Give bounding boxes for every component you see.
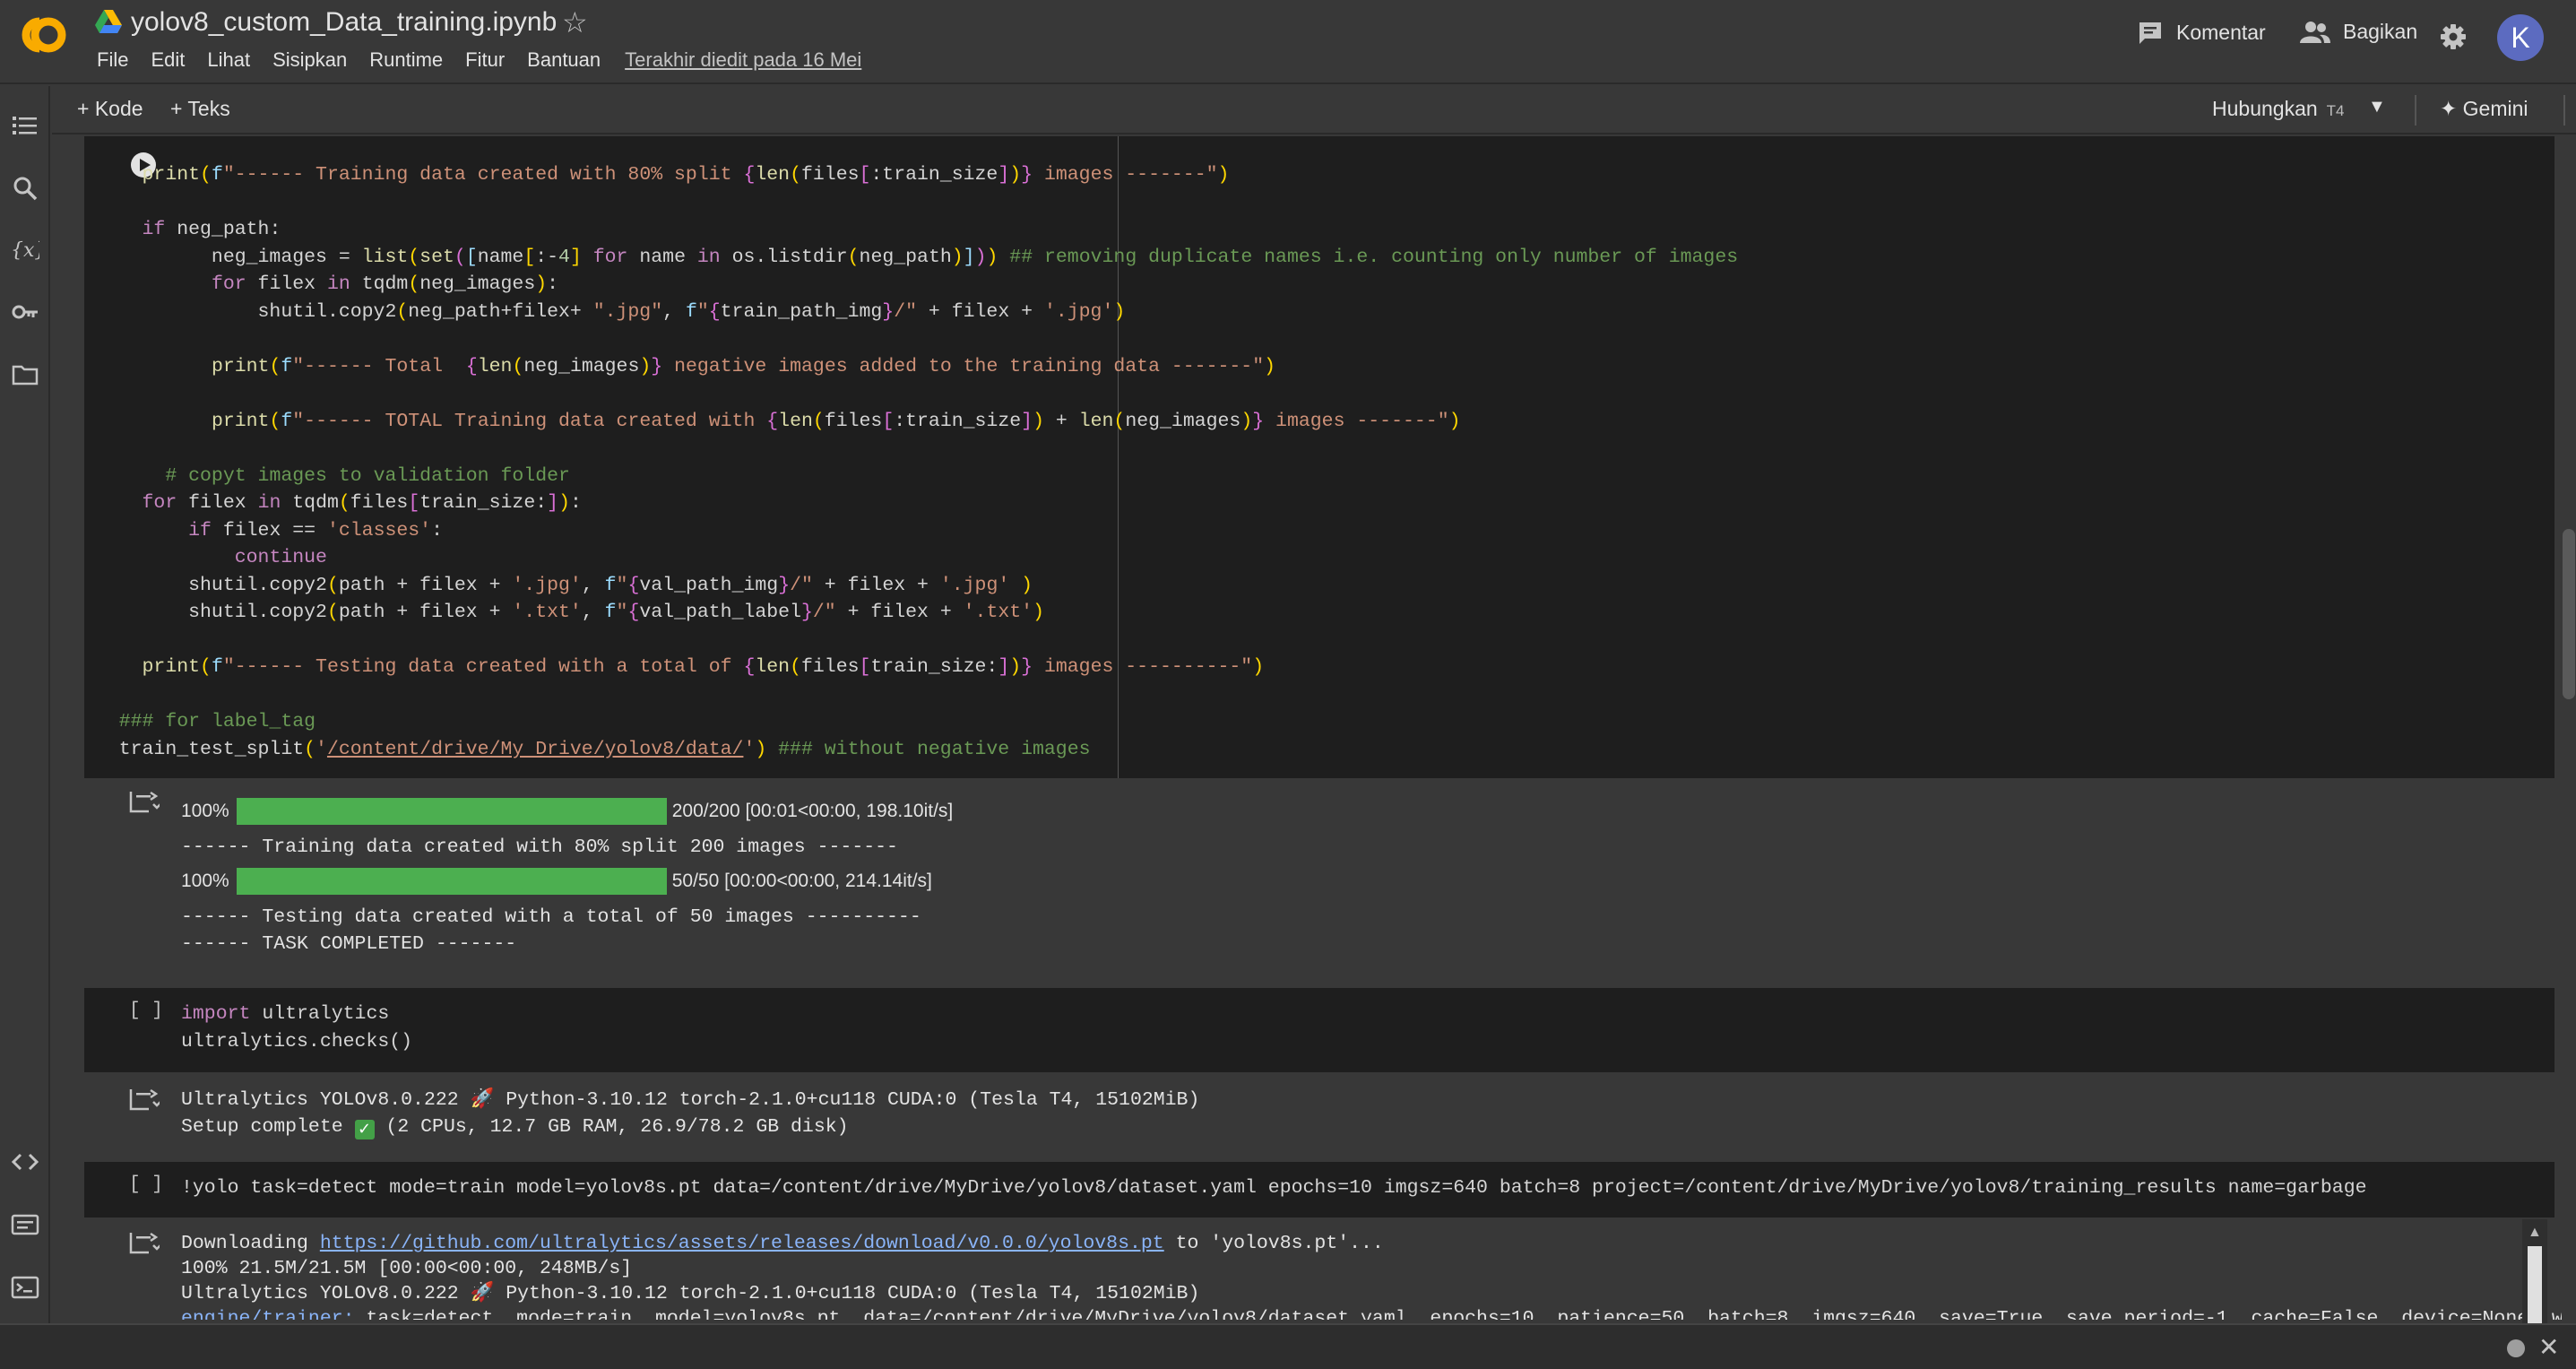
output-toggle-icon[interactable] — [129, 1230, 160, 1255]
comment-button[interactable]: Komentar — [2137, 20, 2266, 45]
drive-icon — [95, 10, 122, 33]
output-line: ------ TASK COMPLETED ------- — [181, 933, 517, 955]
code-editor[interactable]: !yolo task=detect mode=train model=yolov… — [181, 1174, 2367, 1202]
menu-bar: File Edit Lihat Sisipkan Runtime Fitur B… — [97, 48, 884, 72]
search-icon[interactable] — [11, 174, 39, 203]
output-text: Setup complete — [181, 1116, 343, 1138]
scroll-up-icon[interactable]: ▲ — [2528, 1225, 2542, 1241]
top-header: yolov8_custom_Data_training.ipynb ☆ File… — [0, 0, 2576, 84]
code-line: ultralytics.checks() — [181, 1030, 413, 1053]
gemini-button[interactable]: ✦ Gemini — [2440, 97, 2528, 121]
output-line: 100% 21.5M/21.5M [00:00<00:00, 248MB/s] — [181, 1258, 633, 1279]
output-text: task=detect, mode=train, model=yolov8s.p… — [366, 1308, 2562, 1320]
code-snippets-icon[interactable] — [11, 1148, 39, 1176]
run-bracket[interactable]: [ ] — [129, 1001, 163, 1021]
output-text: engine/trainer: — [181, 1308, 367, 1320]
svg-text:{x}: {x} — [11, 239, 39, 262]
menu-file[interactable]: File — [97, 48, 128, 72]
cell-output: Downloading https://github.com/ultralyti… — [84, 1219, 2562, 1320]
output-line: ------ Testing data created with a total… — [181, 906, 921, 928]
code-cell[interactable]: print(f"------ Training data created wit… — [84, 136, 2554, 778]
add-text-button[interactable]: + Teks — [170, 97, 230, 121]
terminal-icon[interactable] — [11, 1273, 39, 1302]
side-rail: {x} — [0, 86, 50, 1323]
menu-runtime[interactable]: Runtime — [369, 48, 443, 72]
share-button[interactable]: Bagikan — [2300, 20, 2417, 44]
output-line: Setup complete ✓ (2 CPUs, 12.7 GB RAM, 2… — [181, 1113, 849, 1141]
people-icon — [2300, 21, 2330, 43]
progress-bar-row: 100% 200/200 [00:01<00:00, 198.10it/s] — [181, 798, 953, 825]
menu-edit[interactable]: Edit — [151, 48, 185, 72]
output-scrollbar-thumb[interactable] — [2528, 1246, 2542, 1323]
main-scrollbar[interactable] — [2562, 136, 2576, 1321]
toolbar-divider — [2563, 95, 2565, 126]
code-line: ultralytics — [262, 1003, 390, 1025]
code-cell[interactable]: [ ] !yolo task=detect mode=train model=y… — [84, 1162, 2554, 1217]
connect-label: Hubungkan — [2212, 97, 2318, 120]
output-text: (2 CPUs, 12.7 GB RAM, 26.9/78.2 GB disk) — [385, 1116, 849, 1138]
menu-view[interactable]: Lihat — [207, 48, 250, 72]
output-line: Ultralytics YOLOv8.0.222 🚀 Python-3.10.1… — [181, 1283, 1200, 1304]
output-toggle-icon[interactable] — [129, 789, 160, 814]
gemini-label: Gemini — [2462, 97, 2528, 120]
status-bar: ✕ — [0, 1323, 2576, 1369]
sparkle-icon: ✦ — [2440, 97, 2463, 120]
notebook-toolbar: + Kode + Teks HubungkanT4 ▼ ✦ Gemini ︿ — [52, 86, 2576, 134]
cell-output: Ultralytics YOLOv8.0.222 🚀 Python-3.10.1… — [84, 1074, 2554, 1146]
connect-button[interactable]: Hubungkan T4 — [2212, 97, 2345, 121]
menu-insert[interactable]: Sisipkan — [272, 48, 347, 72]
progress-percent: 100% — [181, 801, 229, 821]
output-line: ------ Training data created with 80% sp… — [181, 836, 898, 858]
code-keyword: import — [181, 1003, 251, 1025]
folder-icon[interactable] — [11, 360, 39, 389]
run-bracket[interactable]: [ ] — [129, 1174, 163, 1195]
status-dot-icon[interactable] — [2507, 1339, 2525, 1357]
check-icon: ✓ — [354, 1120, 375, 1139]
code-editor[interactable]: print(f"------ Training data created wit… — [84, 161, 1738, 763]
colab-logo[interactable] — [13, 13, 75, 57]
progress-bar — [236, 798, 667, 825]
comment-label: Komentar — [2176, 20, 2266, 44]
connect-dropdown-icon[interactable]: ▼ — [2368, 97, 2386, 117]
runtime-type-label: T4 — [2326, 102, 2345, 119]
download-link[interactable]: https://github.com/ultralytics/assets/re… — [320, 1233, 1164, 1254]
main-scrollbar-thumb[interactable] — [2563, 529, 2575, 699]
command-palette-icon[interactable] — [11, 1210, 39, 1239]
progress-bar-row: 100% 50/50 [00:00<00:00, 214.14it/s] — [181, 868, 932, 895]
code-editor[interactable]: import ultralytics ultralytics.checks() — [181, 1001, 412, 1055]
notebook-area: print(f"------ Training data created wit… — [52, 136, 2562, 1320]
key-icon[interactable] — [11, 298, 39, 326]
variables-icon[interactable]: {x} — [11, 235, 39, 264]
star-icon[interactable]: ☆ — [562, 5, 588, 39]
gear-icon[interactable] — [2440, 23, 2467, 50]
code-cell[interactable]: [ ] import ultralytics ultralytics.check… — [84, 988, 2554, 1072]
progress-bar — [236, 868, 667, 895]
share-label: Bagikan — [2343, 20, 2418, 43]
output-line: Ultralytics YOLOv8.0.222 🚀 Python-3.10.1… — [181, 1089, 1200, 1111]
progress-stats: 200/200 [00:01<00:00, 198.10it/s] — [671, 801, 954, 821]
output-line: Downloading https://github.com/ultralyti… — [181, 1230, 1384, 1258]
output-text: to 'yolov8s.pt'... — [1163, 1233, 1384, 1254]
output-toggle-icon[interactable] — [129, 1087, 160, 1112]
close-icon[interactable]: ✕ — [2538, 1332, 2559, 1362]
progress-percent: 100% — [181, 871, 229, 891]
menu-tools[interactable]: Fitur — [465, 48, 505, 72]
add-code-button[interactable]: + Kode — [77, 97, 143, 121]
output-line: engine/trainer: task=detect, mode=train,… — [181, 1305, 2562, 1320]
output-text: Downloading — [181, 1233, 320, 1254]
notebook-title[interactable]: yolov8_custom_Data_training.ipynb — [131, 7, 557, 38]
toc-icon[interactable] — [11, 111, 39, 140]
avatar[interactable]: K — [2497, 14, 2544, 61]
toolbar-divider — [2415, 95, 2416, 126]
last-edited-link[interactable]: Terakhir diedit pada 16 Mei — [625, 48, 861, 72]
comment-icon — [2139, 22, 2161, 44]
progress-stats: 50/50 [00:00<00:00, 214.14it/s] — [671, 871, 932, 891]
menu-help[interactable]: Bantuan — [527, 48, 601, 72]
